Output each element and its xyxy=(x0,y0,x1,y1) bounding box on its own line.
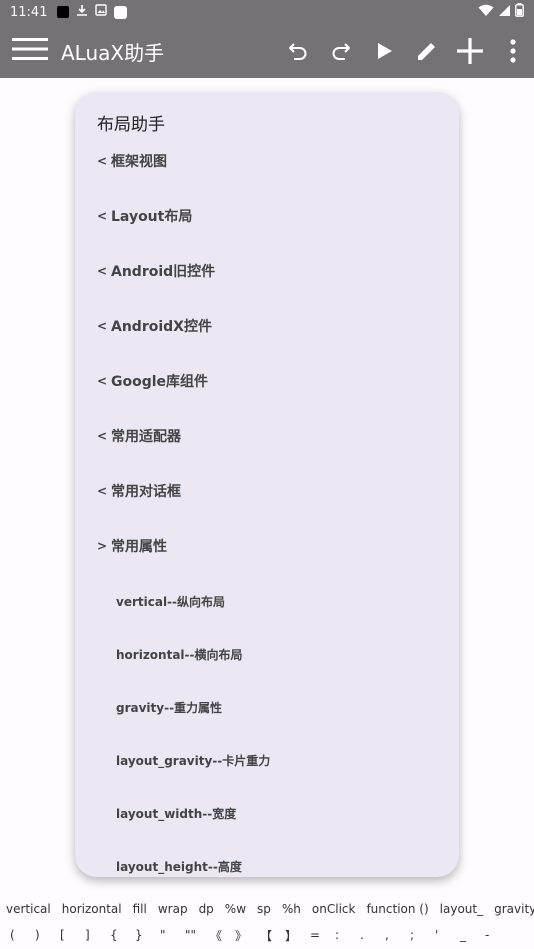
play-icon xyxy=(372,39,396,63)
signal-icon xyxy=(498,4,511,21)
keyword-button[interactable]: horizontal xyxy=(62,902,122,916)
keyword-button[interactable]: function () xyxy=(366,902,428,916)
tree-item-label: 常用属性 xyxy=(111,539,167,555)
download-icon xyxy=(76,4,88,21)
redo-button[interactable] xyxy=(319,24,362,78)
symbol-button[interactable]: " xyxy=(160,928,185,942)
symbol-button[interactable]: } xyxy=(135,928,160,942)
tree-item-android-old-widgets[interactable]: < Android旧控件 xyxy=(97,261,215,281)
menu-icon xyxy=(12,37,48,65)
tree-item-adapters[interactable]: < 常用适配器 xyxy=(97,426,181,446)
keyword-button[interactable]: wrap xyxy=(158,902,188,916)
tree-item-label: Layout布局 xyxy=(111,209,193,225)
app-bar: ALuaX助手 xyxy=(0,24,534,78)
status-bar: 11:41 xyxy=(0,0,534,24)
collapse-arrow-icon: < xyxy=(97,319,108,333)
tree-item-google-components[interactable]: < Google库组件 xyxy=(97,371,208,391)
symbol-button[interactable]: 【 xyxy=(260,927,285,944)
tree-item-label: Google库组件 xyxy=(111,374,209,390)
add-icon xyxy=(455,36,485,66)
symbol-button[interactable]: , xyxy=(385,928,410,942)
add-button[interactable] xyxy=(448,24,491,78)
keyword-button[interactable]: %w xyxy=(225,902,246,916)
keyword-button[interactable]: vertical xyxy=(6,902,51,916)
tree-item-frame-view[interactable]: < 框架视图 xyxy=(97,151,167,171)
tree-item-label: Android旧控件 xyxy=(111,264,216,280)
wifi-icon xyxy=(478,4,494,21)
tree-item-label: 常用适配器 xyxy=(111,429,181,445)
tree-item-dialogs[interactable]: < 常用对话框 xyxy=(97,481,181,501)
attribute-item-layout-height[interactable]: layout_height--高度 xyxy=(116,858,242,875)
keyword-button[interactable]: onClick xyxy=(312,902,356,916)
collapse-arrow-icon: < xyxy=(97,209,108,223)
status-time: 11:41 xyxy=(10,4,48,20)
symbol-button[interactable]: ( xyxy=(10,928,35,942)
collapse-arrow-icon: < xyxy=(97,374,108,388)
symbol-button[interactable]: 》 xyxy=(235,927,260,944)
symbol-button[interactable]: ; xyxy=(410,928,435,942)
expand-arrow-icon: > xyxy=(97,539,108,553)
keyword-button[interactable]: gravity="" xyxy=(494,902,534,916)
keyword-button[interactable]: %h xyxy=(282,902,301,916)
tree-item-common-attributes[interactable]: > 常用属性 xyxy=(97,536,167,556)
attribute-item-gravity[interactable]: gravity--重力属性 xyxy=(116,699,222,716)
symbol-button[interactable]: "" xyxy=(185,928,210,942)
tree-item-label: 常用对话框 xyxy=(111,484,181,500)
symbol-button[interactable]: = xyxy=(310,928,335,942)
attribute-item-vertical[interactable]: vertical--纵向布局 xyxy=(116,593,225,610)
redo-icon xyxy=(329,39,353,63)
layout-helper-panel: 布局助手 < 框架视图 < Layout布局 < Android旧控件 < An… xyxy=(75,92,459,877)
keyword-button[interactable]: layout_ xyxy=(440,902,483,916)
symbol-button[interactable]: - xyxy=(485,928,510,942)
edit-button[interactable] xyxy=(405,24,448,78)
symbol-button[interactable]: : xyxy=(335,928,360,942)
symbol-button[interactable]: . xyxy=(360,928,385,942)
battery-icon xyxy=(515,3,524,21)
collapse-arrow-icon: < xyxy=(97,264,108,278)
symbol-button[interactable]: [ xyxy=(60,928,85,942)
collapse-arrow-icon: < xyxy=(97,429,108,443)
collapse-arrow-icon: < xyxy=(97,154,108,168)
symbol-button[interactable]: ] xyxy=(85,928,110,942)
keyword-button[interactable]: sp xyxy=(257,902,271,916)
keyword-bar: vertical horizontal fill wrap dp %w sp %… xyxy=(0,898,534,920)
app-title: ALuaX助手 xyxy=(61,40,165,65)
attribute-item-layout-gravity[interactable]: layout_gravity--卡片重力 xyxy=(116,752,270,769)
symbol-button[interactable]: 】 xyxy=(285,927,310,944)
tree-item-androidx-widgets[interactable]: < AndroidX控件 xyxy=(97,316,212,336)
symbol-button[interactable]: { xyxy=(110,928,135,942)
tree-item-label: 框架视图 xyxy=(111,154,167,170)
run-button[interactable] xyxy=(362,24,405,78)
notification-square-icon xyxy=(114,5,128,19)
symbol-button[interactable]: ) xyxy=(35,928,60,942)
collapse-arrow-icon: < xyxy=(97,484,108,498)
tree-item-layout[interactable]: < Layout布局 xyxy=(97,206,192,226)
image-icon xyxy=(95,4,108,20)
symbol-bar: ( ) [ ] { } " "" 《 》 【 】 = : . , ; ' _ - xyxy=(0,924,534,946)
symbol-button[interactable]: _ xyxy=(460,928,485,942)
symbol-button[interactable]: ' xyxy=(435,928,460,942)
keyword-button[interactable]: fill xyxy=(133,902,147,916)
panel-title: 布局助手 xyxy=(97,115,165,135)
tree-item-label: AndroidX控件 xyxy=(111,319,212,335)
attribute-item-horizontal[interactable]: horizontal--横向布局 xyxy=(116,646,243,663)
edit-icon xyxy=(415,39,439,63)
keyword-button[interactable]: dp xyxy=(199,902,214,916)
more-vert-icon xyxy=(509,39,517,63)
attribute-item-layout-width[interactable]: layout_width--宽度 xyxy=(116,805,236,822)
undo-icon xyxy=(286,39,310,63)
more-options-button[interactable] xyxy=(491,24,534,78)
symbol-button[interactable]: 《 xyxy=(210,927,235,944)
menu-button[interactable] xyxy=(0,24,60,78)
notification-app-icon xyxy=(57,6,70,18)
undo-button[interactable] xyxy=(276,24,319,78)
